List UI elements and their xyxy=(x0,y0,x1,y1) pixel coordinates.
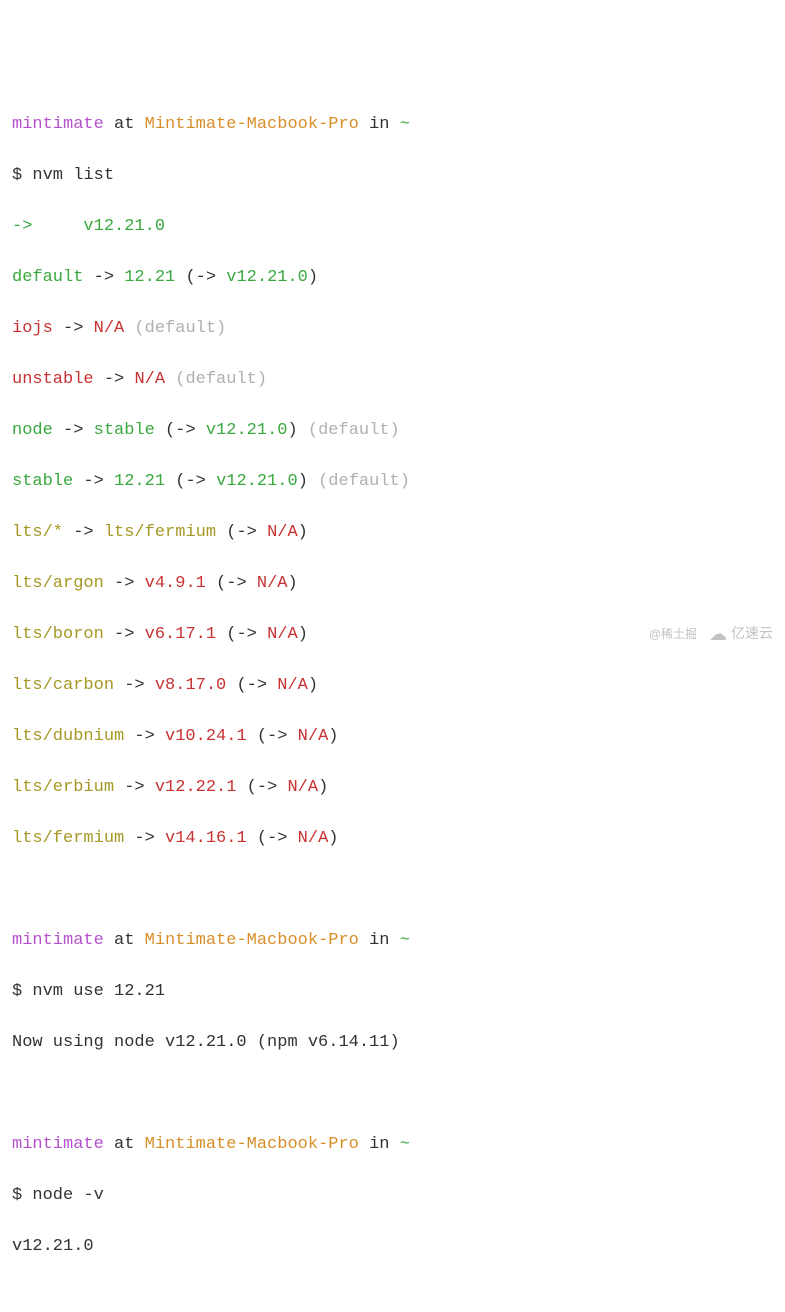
cloud-icon: ☁ xyxy=(709,625,727,643)
prompt-path: ~ xyxy=(400,115,410,134)
output-current: -> v12.21.0 xyxy=(12,214,773,240)
output-lts-dubnium: lts/dubnium -> v10.24.1 (-> N/A) xyxy=(12,724,773,750)
watermark-brand-logo: ☁ 亿速云 xyxy=(709,623,773,644)
prompt-line-1: mintimate at Mintimate-Macbook-Pro in ~ xyxy=(12,112,773,138)
blank-line xyxy=(12,877,773,903)
output-iojs: iojs -> N/A (default) xyxy=(12,316,773,342)
prompt-line-3: mintimate at Mintimate-Macbook-Pro in ~ xyxy=(12,1132,773,1158)
watermark-brand: 亿速云 xyxy=(731,623,773,644)
output-now-using: Now using node v12.21.0 (npm v6.14.11) xyxy=(12,1030,773,1056)
blank-line xyxy=(12,1285,773,1311)
command-line-2: $ nvm use 12.21 xyxy=(12,979,773,1005)
output-lts-erbium: lts/erbium -> v12.22.1 (-> N/A) xyxy=(12,775,773,801)
current-version: v12.21.0 xyxy=(83,217,165,236)
prompt-line-2: mintimate at Mintimate-Macbook-Pro in ~ xyxy=(12,928,773,954)
output-lts-argon: lts/argon -> v4.9.1 (-> N/A) xyxy=(12,571,773,597)
output-lts-carbon: lts/carbon -> v8.17.0 (-> N/A) xyxy=(12,673,773,699)
output-node: node -> stable (-> v12.21.0) (default) xyxy=(12,418,773,444)
command-nvm-use: nvm use 12.21 xyxy=(32,982,165,1001)
prompt-host: Mintimate-Macbook-Pro xyxy=(145,115,359,134)
output-stable: stable -> 12.21 (-> v12.21.0) (default) xyxy=(12,469,773,495)
output-default: default -> 12.21 (-> v12.21.0) xyxy=(12,265,773,291)
prompt-user: mintimate xyxy=(12,115,104,134)
prompt-symbol: $ xyxy=(12,166,32,185)
command-line-3: $ node -v xyxy=(12,1183,773,1209)
command-line-1: $ nvm list xyxy=(12,163,773,189)
output-lts-star: lts/* -> lts/fermium (-> N/A) xyxy=(12,520,773,546)
command-nvm-list: nvm list xyxy=(32,166,114,185)
blank-line xyxy=(12,1081,773,1107)
watermark: @稀土掘 ☁ 亿速云 xyxy=(649,623,773,644)
output-lts-fermium: lts/fermium -> v14.16.1 (-> N/A) xyxy=(12,826,773,852)
command-node-v: node -v xyxy=(32,1186,103,1205)
output-unstable: unstable -> N/A (default) xyxy=(12,367,773,393)
output-node-version: v12.21.0 xyxy=(12,1234,773,1260)
watermark-author: @稀土掘 xyxy=(649,625,697,643)
